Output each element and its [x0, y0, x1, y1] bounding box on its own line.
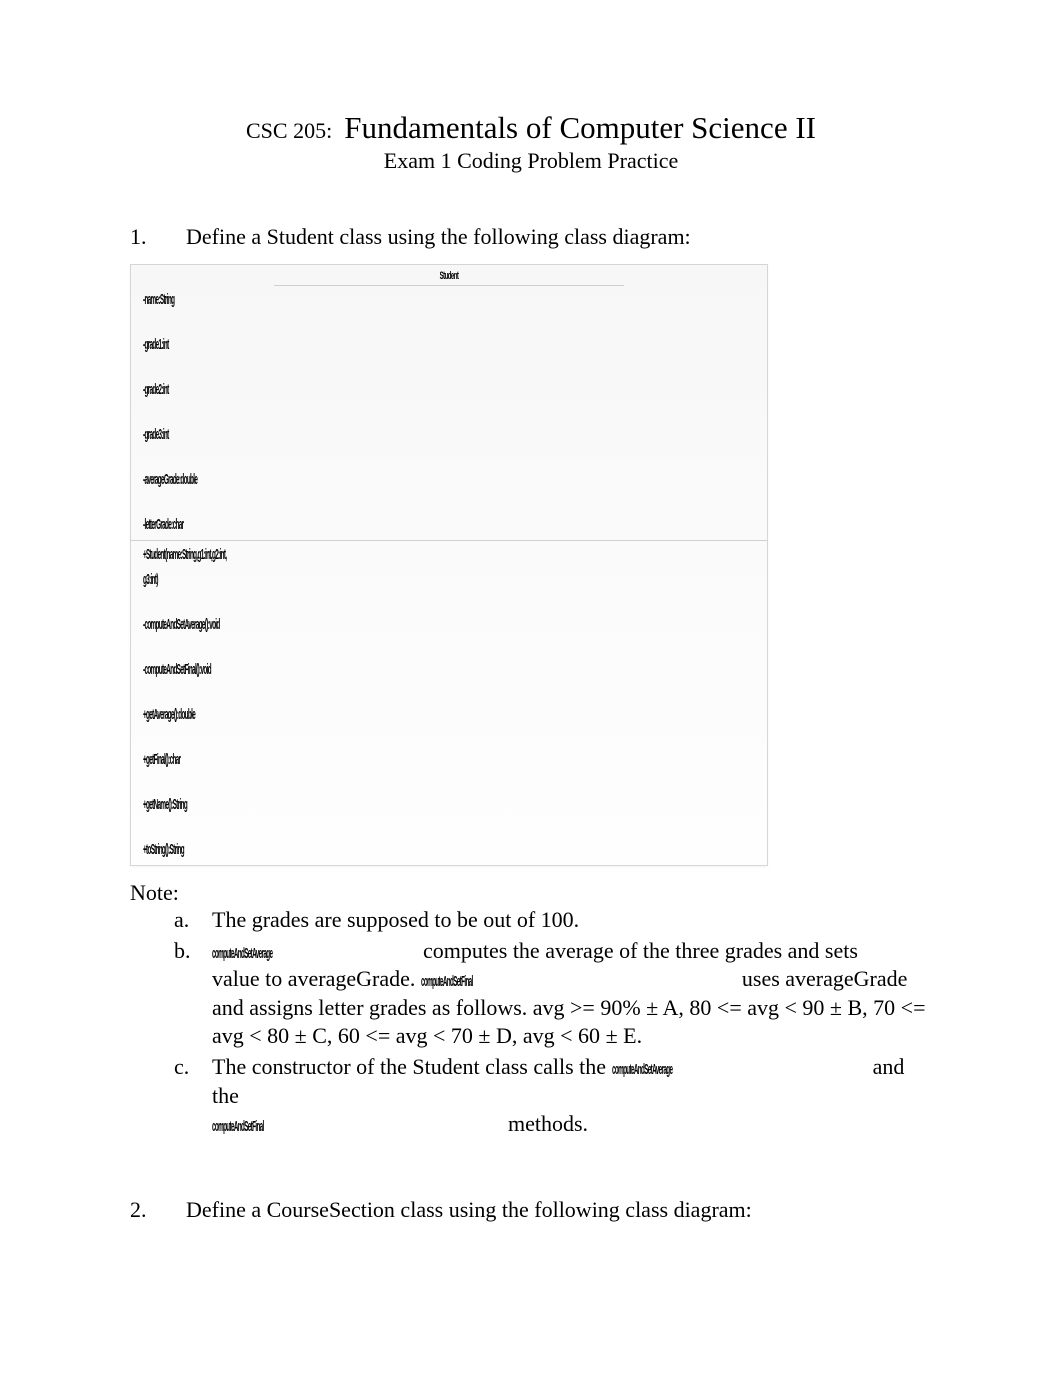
sym: ±	[478, 1023, 490, 1048]
title-block: CSC 205: Fundamentals of Computer Scienc…	[130, 110, 932, 174]
question-2-number: 2.	[130, 1197, 186, 1223]
code-computeAndSetFinal: computeAndSetFinal	[421, 972, 425, 992]
note-c: c. The constructor of the Student class …	[174, 1053, 932, 1139]
note-a-letter: a.	[174, 906, 212, 935]
note-b-part5c: D, avg < 60	[491, 1023, 606, 1048]
uml-methods-section: +Student(name:String,g1:int,g2:int, g3:i…	[131, 541, 767, 865]
note-b-part5a: avg < 80	[212, 1023, 295, 1048]
uml-attr: -letterGrade:char	[143, 517, 400, 532]
sym: ±	[606, 1023, 618, 1048]
uml-class-diagram: Student -name:String -grade1:int -grade2…	[130, 264, 768, 866]
uml-attr: -grade3:int	[143, 427, 400, 442]
uml-constructor-line1: +Student(name:String,g1:int,g2:int,	[143, 547, 400, 562]
note-b-part4b: A, 80 <= avg < 90	[658, 995, 830, 1020]
note-b-body: computeAndSetAverage computes the averag…	[212, 937, 932, 1051]
question-2-text: Define a CourseSection class using the f…	[186, 1197, 932, 1223]
note-c-part1: The constructor of the Student class cal…	[212, 1054, 612, 1079]
note-b: b. computeAndSetAverage computes the ave…	[174, 937, 932, 1051]
uml-attr: -grade2:int	[143, 382, 400, 397]
note-label: Note:	[130, 880, 932, 906]
sym: ±	[830, 995, 842, 1020]
uml-attributes-section: -name:String -grade1:int -grade2:int -gr…	[131, 286, 767, 541]
note-b-part5d: E.	[618, 1023, 642, 1048]
question-1-number: 1.	[130, 224, 186, 250]
code-computeAndSetAverage: computeAndSetAverage	[212, 944, 216, 964]
note-a: a. The grades are supposed to be out of …	[174, 906, 932, 935]
question-1: 1. Define a Student class using the foll…	[130, 224, 932, 250]
question-1-text: Define a Student class using the followi…	[186, 224, 932, 250]
note-c-part3: methods.	[508, 1111, 588, 1136]
note-b-part4c: B, 70 <=	[842, 995, 926, 1020]
note-c-letter: c.	[174, 1053, 212, 1139]
note-b-part2: value to averageGrade.	[212, 966, 415, 991]
note-a-text: The grades are supposed to be out of 100…	[212, 906, 932, 935]
uml-method: -computeAndSetFinal():void	[143, 662, 400, 677]
uml-attr: -name:String	[143, 292, 400, 307]
note-b-letter: b.	[174, 937, 212, 1051]
subtitle: Exam 1 Coding Problem Practice	[130, 148, 932, 174]
uml-method: +getFinal():char	[143, 752, 400, 767]
uml-class-name: Student	[274, 265, 624, 286]
course-title: Fundamentals of Computer Science II	[344, 110, 816, 145]
course-code: CSC 205:	[246, 118, 332, 143]
uml-method: +getName():String	[143, 797, 400, 812]
uml-constructor-line2: g3:int)	[143, 572, 400, 587]
code-computeAndSetFinal: computeAndSetFinal	[212, 1117, 216, 1137]
note-b-part4a: and assigns letter grades as follows. av…	[212, 995, 646, 1020]
code-computeAndSetAverage: computeAndSetAverage	[612, 1060, 616, 1080]
sym: ±	[295, 1023, 307, 1048]
uml-method: -computeAndSetAverage():void	[143, 617, 400, 632]
note-c-body: The constructor of the Student class cal…	[212, 1053, 932, 1139]
question-2: 2. Define a CourseSection class using th…	[130, 1197, 932, 1223]
uml-attr: -grade1:int	[143, 337, 400, 352]
uml-method: +getAverage():double	[143, 707, 400, 722]
note-b-part1: computes the average of the three grades…	[423, 938, 858, 963]
note-list: a. The grades are supposed to be out of …	[130, 906, 932, 1139]
note-b-part3: uses averageGrade	[742, 966, 908, 991]
sym: ±	[646, 995, 658, 1020]
uml-attr: -averageGrade:double	[143, 472, 400, 487]
uml-method: +toString():String	[143, 842, 400, 857]
note-b-part5b: C, 60 <= avg < 70	[307, 1023, 479, 1048]
